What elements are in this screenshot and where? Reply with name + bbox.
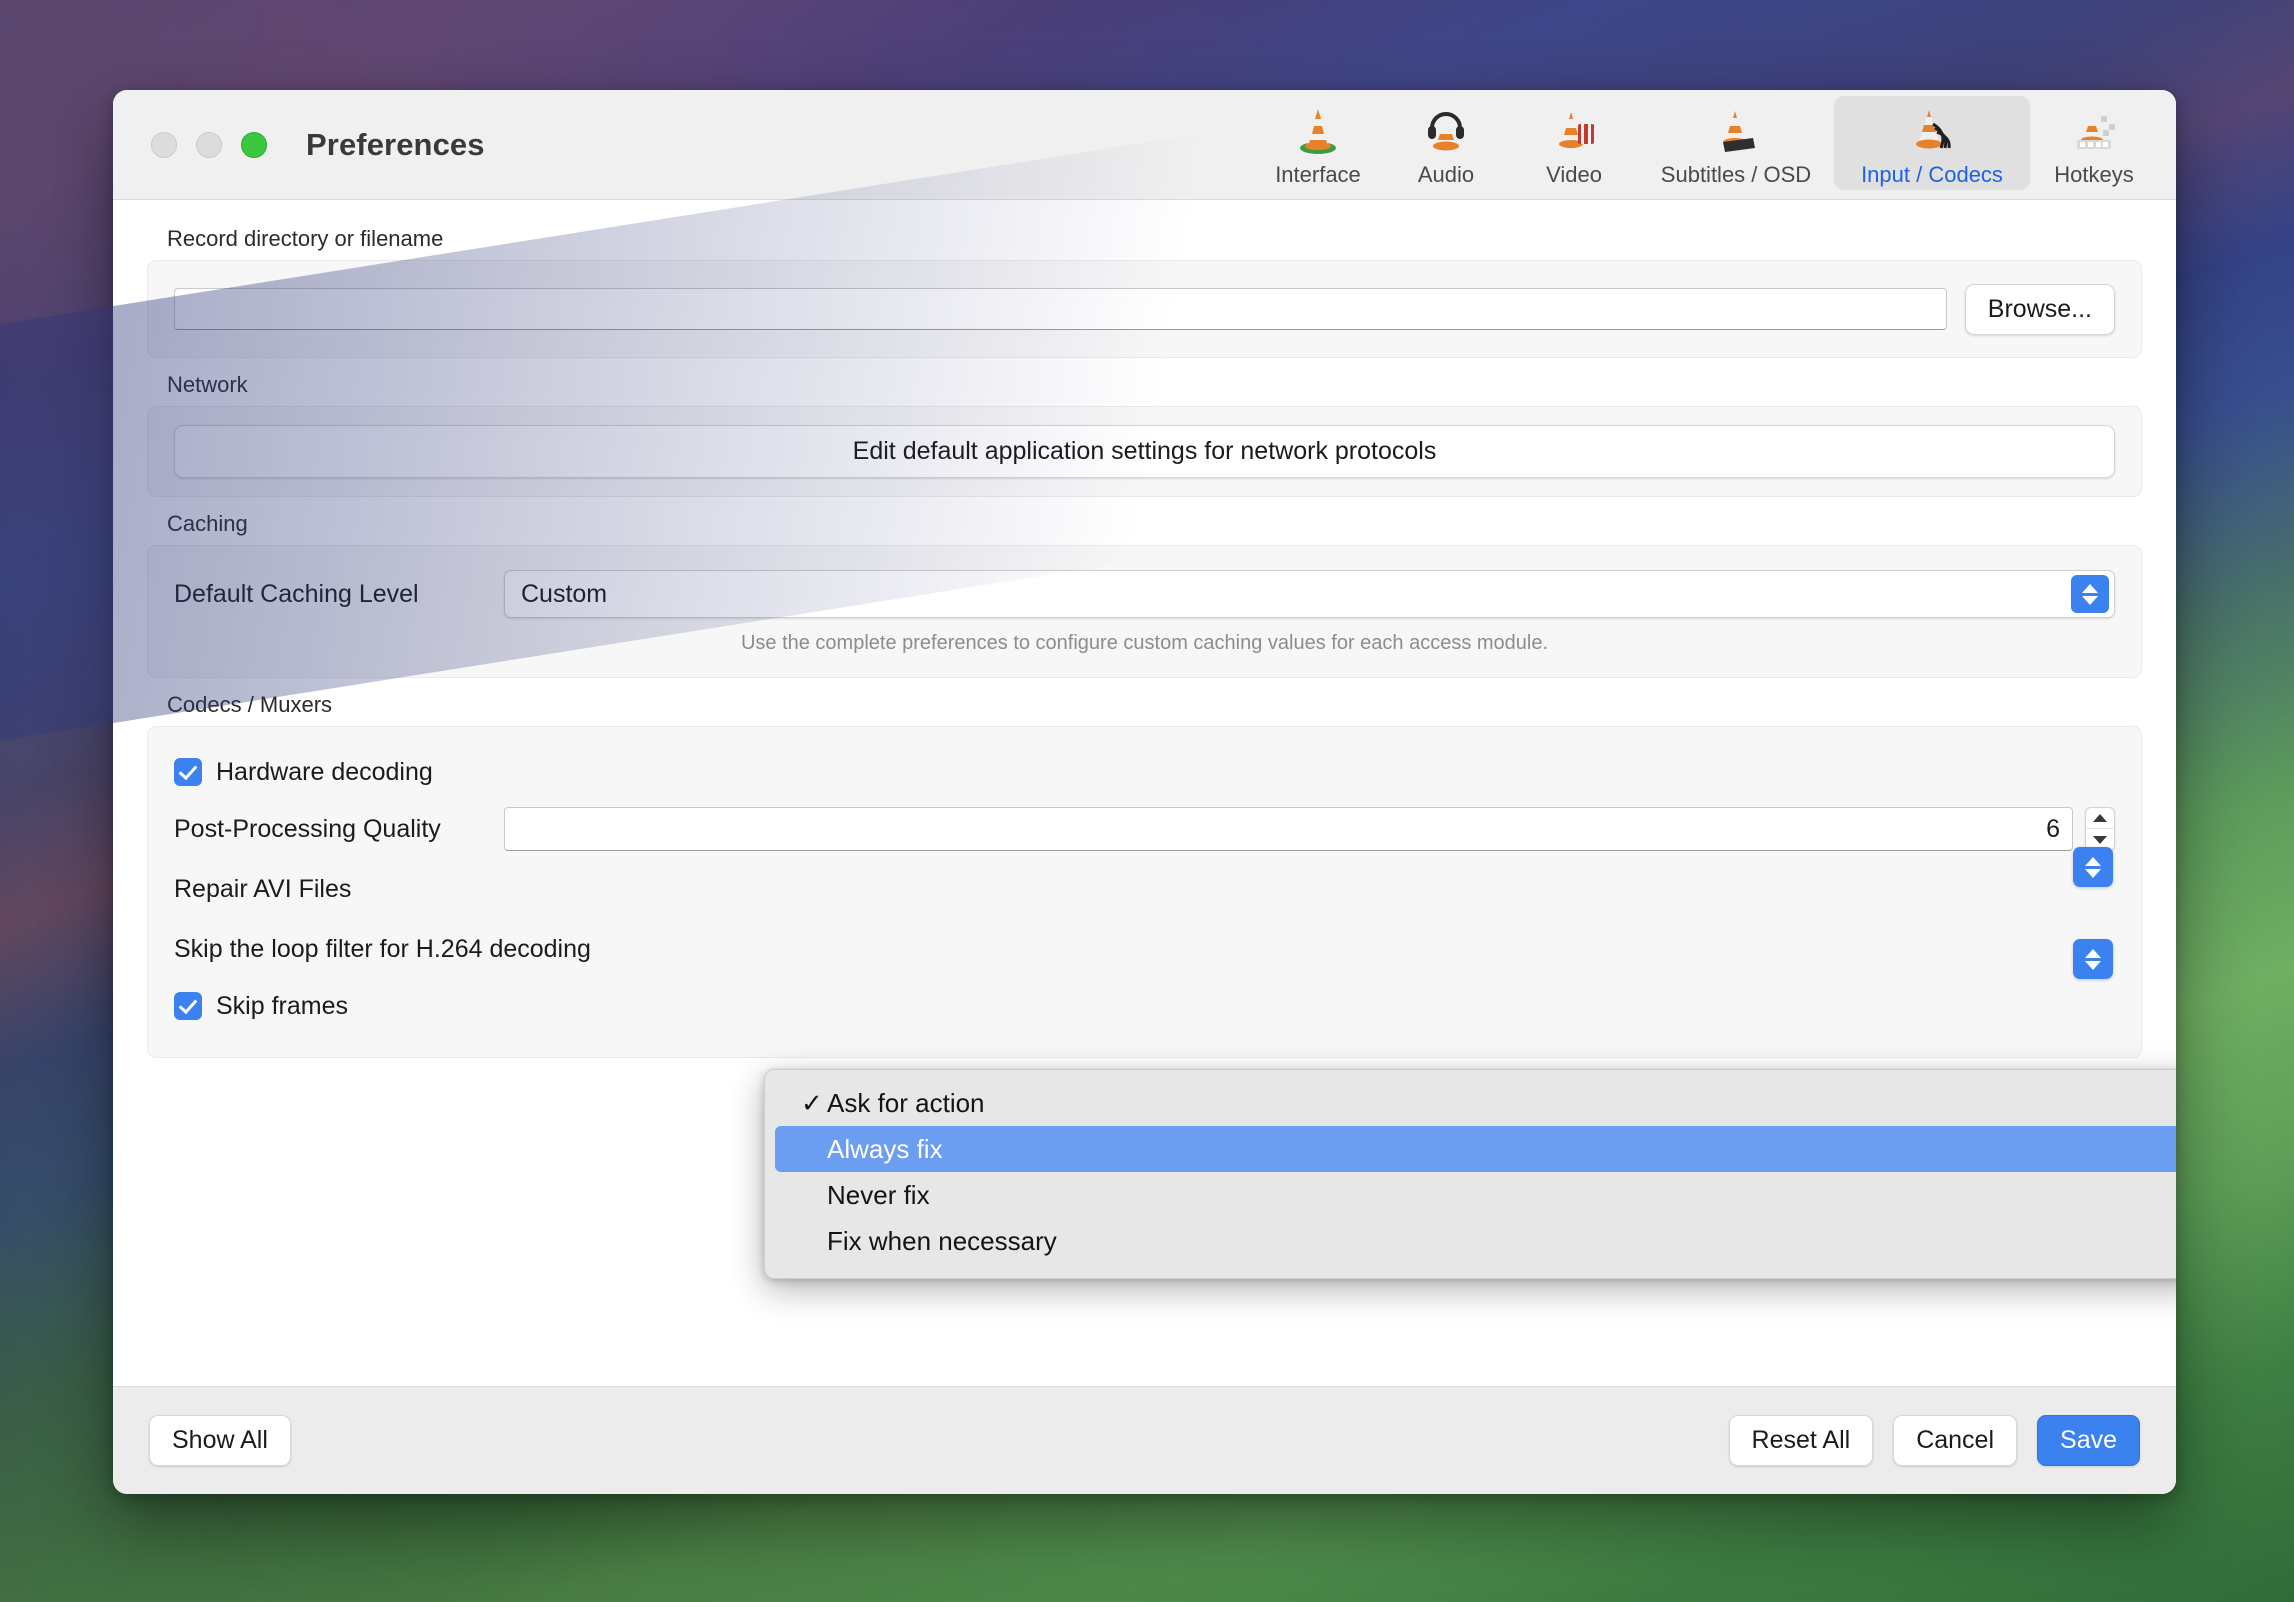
- tab-audio[interactable]: Audio: [1382, 96, 1510, 190]
- menu-item-never-fix-label: Never fix: [827, 1180, 930, 1211]
- minimize-button-icon[interactable]: [196, 132, 222, 158]
- caching-title: Caching: [167, 511, 2142, 537]
- skip-frames-checkbox[interactable]: [174, 992, 202, 1020]
- menu-item-always-fix-label: Always fix: [827, 1134, 943, 1165]
- repair-avi-files-dropdown-menu: ✓ Ask for action Always fix Never fix Fi…: [764, 1069, 2176, 1279]
- menu-item-fix-when-necessary[interactable]: Fix when necessary: [775, 1218, 2176, 1264]
- hardware-decoding-row[interactable]: Hardware decoding: [174, 745, 2115, 799]
- network-box: Edit default application settings for ne…: [147, 406, 2142, 497]
- caching-box: Default Caching Level Custom Use the com…: [147, 545, 2142, 678]
- chevron-up-down-icon: [2071, 575, 2109, 613]
- footer-actions: Reset All Cancel Save: [1729, 1415, 2140, 1466]
- record-directory-box: Browse...: [147, 260, 2142, 358]
- vlc-cone-hotkeys-icon: [2067, 104, 2121, 156]
- checkmark-icon: ✓: [801, 1088, 827, 1119]
- window-footer: Show All Reset All Cancel Save: [113, 1386, 2176, 1494]
- skip-frames-label: Skip frames: [216, 992, 348, 1021]
- show-all-button[interactable]: Show All: [149, 1415, 291, 1466]
- record-directory-group: Record directory or filename Browse...: [147, 226, 2142, 358]
- tab-interface[interactable]: Interface: [1254, 96, 1382, 190]
- menu-item-never-fix[interactable]: Never fix: [775, 1172, 2176, 1218]
- save-button[interactable]: Save: [2037, 1415, 2140, 1466]
- skip-loop-filter-label: Skip the loop filter for H.264 decoding: [174, 935, 874, 964]
- repair-avi-files-label: Repair AVI Files: [174, 875, 504, 904]
- skip-frames-row[interactable]: Skip frames: [174, 979, 2115, 1033]
- cancel-button[interactable]: Cancel: [1893, 1415, 2017, 1466]
- default-caching-level-select[interactable]: Custom: [504, 570, 2115, 618]
- tab-video[interactable]: Video: [1510, 96, 1638, 190]
- caching-hint-text: Use the complete preferences to configur…: [174, 632, 2115, 655]
- codecs-muxers-box: Hardware decoding Post-Processing Qualit…: [147, 726, 2142, 1058]
- network-title: Network: [167, 372, 2142, 398]
- record-directory-input[interactable]: [174, 288, 1947, 330]
- codecs-muxers-title: Codecs / Muxers: [167, 692, 2142, 718]
- record-directory-title: Record directory or filename: [167, 226, 2142, 252]
- menu-item-ask-for-action-label: Ask for action: [827, 1088, 985, 1119]
- codecs-muxers-group: Codecs / Muxers Hardware decoding Post-P…: [147, 692, 2142, 1058]
- preferences-content: Record directory or filename Browse... N…: [113, 200, 2176, 1386]
- vlc-cone-input-codecs-icon: [1905, 104, 1959, 156]
- tab-hotkeys-label: Hotkeys: [2054, 162, 2133, 188]
- menu-item-always-fix[interactable]: Always fix: [775, 1126, 2176, 1172]
- vlc-cone-interface-icon: [1291, 104, 1345, 156]
- post-processing-quality-row: Post-Processing Quality: [174, 799, 2115, 859]
- vlc-cone-video-icon: [1547, 104, 1601, 156]
- tab-hotkeys[interactable]: Hotkeys: [2030, 96, 2158, 190]
- preferences-toolbar: Interface Audio: [1254, 96, 2158, 196]
- vlc-cone-audio-icon: [1419, 104, 1473, 156]
- reset-all-button[interactable]: Reset All: [1729, 1415, 1874, 1466]
- repair-avi-files-select[interactable]: [2073, 847, 2113, 887]
- post-processing-quality-input[interactable]: [504, 807, 2073, 851]
- traffic-light-controls: [151, 132, 267, 158]
- stepper-up-icon[interactable]: [2086, 808, 2114, 829]
- tab-input-codecs[interactable]: Input / Codecs: [1834, 96, 2030, 190]
- edit-network-protocols-button[interactable]: Edit default application settings for ne…: [174, 425, 2115, 478]
- preferences-window: Preferences Interface: [113, 90, 2176, 1494]
- tab-subtitles-osd-label: Subtitles / OSD: [1661, 162, 1811, 188]
- caching-group: Caching Default Caching Level Custom Use…: [147, 511, 2142, 678]
- hardware-decoding-label: Hardware decoding: [216, 758, 433, 787]
- repair-avi-files-row: Repair AVI Files: [174, 859, 2115, 919]
- network-group: Network Edit default application setting…: [147, 372, 2142, 497]
- tab-interface-label: Interface: [1275, 162, 1361, 188]
- desktop-wallpaper: Preferences Interface: [0, 0, 2294, 1602]
- browse-button[interactable]: Browse...: [1965, 284, 2115, 335]
- default-caching-level-value: Custom: [521, 580, 607, 609]
- skip-loop-filter-select[interactable]: [2073, 939, 2113, 979]
- tab-audio-label: Audio: [1418, 162, 1474, 188]
- menu-item-ask-for-action[interactable]: ✓ Ask for action: [775, 1080, 2176, 1126]
- tab-subtitles-osd[interactable]: Subtitles / OSD: [1638, 96, 1834, 190]
- skip-loop-filter-row: Skip the loop filter for H.264 decoding: [174, 919, 2115, 979]
- tab-video-label: Video: [1546, 162, 1602, 188]
- close-button-icon[interactable]: [151, 132, 177, 158]
- hardware-decoding-checkbox[interactable]: [174, 758, 202, 786]
- tab-input-codecs-label: Input / Codecs: [1861, 162, 2003, 188]
- zoom-button-icon[interactable]: [241, 132, 267, 158]
- default-caching-level-label: Default Caching Level: [174, 580, 504, 609]
- page-title: Preferences: [306, 127, 485, 163]
- menu-item-fix-when-necessary-label: Fix when necessary: [827, 1226, 1057, 1257]
- post-processing-quality-label: Post-Processing Quality: [174, 815, 504, 844]
- vlc-cone-subtitles-icon: [1709, 104, 1763, 156]
- window-titlebar: Preferences Interface: [113, 90, 2176, 200]
- post-processing-quality-stepper[interactable]: [2085, 807, 2115, 851]
